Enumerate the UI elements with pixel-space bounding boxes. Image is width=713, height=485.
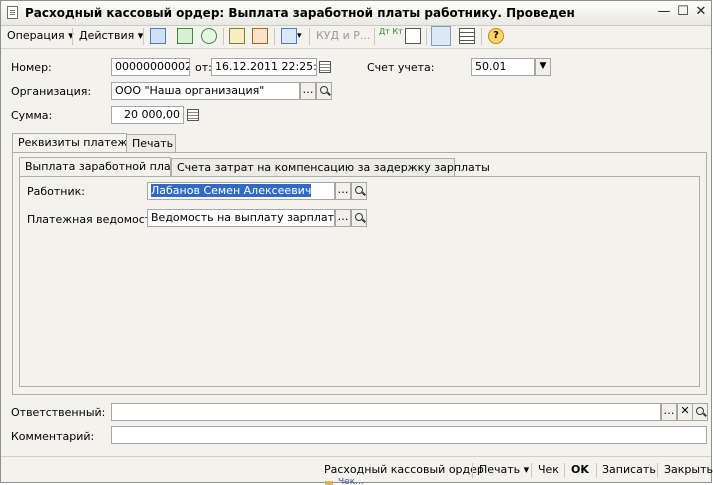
post-document-icon[interactable] xyxy=(229,28,245,44)
date-label: от: xyxy=(195,61,212,74)
responsible-field[interactable] xyxy=(111,403,661,421)
comment-field[interactable] xyxy=(111,426,707,444)
organization-select-button[interactable]: … xyxy=(300,82,316,100)
organization-field[interactable]: ООО "Наша организация" xyxy=(111,82,300,100)
minimize-button[interactable]: — xyxy=(657,5,671,19)
tab-salary-payment[interactable]: Выплата заработной платы xyxy=(19,157,186,176)
go-to-icon[interactable] xyxy=(281,28,297,44)
statement-select-button[interactable]: … xyxy=(335,209,351,227)
refresh-icon[interactable] xyxy=(201,28,217,44)
close-button[interactable]: Закрыть xyxy=(664,463,713,476)
bar-separator xyxy=(531,463,532,478)
toolbar-separator xyxy=(143,28,144,45)
go-to-dropdown-arrow[interactable]: ▾ xyxy=(297,31,302,41)
calendar-icon[interactable] xyxy=(319,61,331,73)
kudir-button[interactable]: КУД и Р... xyxy=(316,29,370,42)
search-icon[interactable] xyxy=(692,403,708,421)
number-field[interactable]: 00000000002 xyxy=(111,58,190,76)
structure-icon[interactable] xyxy=(405,28,421,44)
toolbar-separator xyxy=(309,28,310,45)
calculator-icon[interactable] xyxy=(187,109,199,121)
maximize-button[interactable]: ☐ xyxy=(676,5,690,19)
background-fragment: Чек... xyxy=(338,478,364,485)
account-label: Счет учета: xyxy=(367,61,435,74)
ok-button[interactable]: OK xyxy=(571,463,589,476)
check-button[interactable]: Чек xyxy=(538,463,559,476)
responsible-select-button[interactable]: … xyxy=(661,403,677,421)
toolbar-separator xyxy=(223,28,224,45)
number-label: Номер: xyxy=(11,61,52,74)
toolbar: Операция ▾ Действия ▾ ▾ КУД и Р... Дт Кт… xyxy=(1,25,711,49)
copy-icon[interactable] xyxy=(177,28,193,44)
bar-separator xyxy=(657,463,658,478)
bar-separator xyxy=(472,463,473,478)
tab-print[interactable]: Печать xyxy=(126,134,176,152)
operation-menu[interactable]: Операция ▾ xyxy=(7,29,74,42)
unpost-document-icon[interactable] xyxy=(252,28,268,44)
bar-separator xyxy=(564,463,565,478)
dt-kt-icon[interactable]: Дт Кт xyxy=(379,28,403,36)
organization-label: Организация: xyxy=(11,85,92,98)
sum-label: Сумма: xyxy=(11,109,53,122)
cash-order-print-button[interactable]: Расходный кассовый ордер xyxy=(324,463,484,476)
account-field[interactable]: 50.01 xyxy=(471,58,535,76)
statement-label: Платежная ведомость: xyxy=(27,213,162,226)
date-field[interactable]: 16.12.2011 22:25:28 xyxy=(211,58,317,76)
document-window: Расходный кассовый ордер: Выплата зарабо… xyxy=(0,0,713,483)
responsible-label: Ответственный: xyxy=(11,406,106,419)
toolbar-separator xyxy=(426,28,427,45)
search-icon[interactable] xyxy=(351,182,367,200)
bar-separator xyxy=(596,463,597,478)
close-window-button[interactable]: ✕ xyxy=(694,5,708,19)
salary-tab-panel xyxy=(19,176,700,387)
document-icon xyxy=(7,6,18,19)
toolbar-separator xyxy=(274,28,275,45)
actions-menu[interactable]: Действия ▾ xyxy=(79,29,143,42)
employee-value: Лабанов Семен Алексеевич xyxy=(151,184,312,197)
background-folder-icon xyxy=(325,481,333,485)
search-icon[interactable] xyxy=(351,209,367,227)
account-dropdown-button[interactable]: ▼ xyxy=(535,58,551,76)
employee-select-button[interactable]: … xyxy=(335,182,351,200)
tab-compensation-accounts[interactable]: Счета затрат на компенсацию за задержку … xyxy=(171,158,490,176)
statement-field[interactable]: Ведомость на выплату зарплаты 00 xyxy=(147,209,335,227)
save-button[interactable]: Записать xyxy=(602,463,656,476)
toolbar-separator xyxy=(481,28,482,45)
print-menu-button[interactable]: Печать ▾ xyxy=(479,463,529,476)
tab-payment-details[interactable]: Реквизиты платежа xyxy=(12,133,134,152)
employee-label: Работник: xyxy=(27,185,85,198)
sum-field[interactable]: 20 000,00 xyxy=(111,106,184,124)
text-tt-icon[interactable] xyxy=(431,26,451,46)
table-icon[interactable] xyxy=(459,28,475,44)
help-icon[interactable]: ? xyxy=(488,28,504,44)
dt-kt-label: Дт Кт xyxy=(379,27,403,36)
toolbar-separator xyxy=(72,28,73,45)
clear-icon[interactable]: ✕ xyxy=(677,403,693,421)
toolbar-separator xyxy=(374,28,375,45)
window-title: Расходный кассовый ордер: Выплата зарабо… xyxy=(25,6,575,20)
new-from-icon[interactable] xyxy=(150,28,166,44)
comment-label: Комментарий: xyxy=(11,430,95,443)
title-bar[interactable]: Расходный кассовый ордер: Выплата зарабо… xyxy=(1,1,711,26)
search-icon[interactable] xyxy=(316,82,332,100)
employee-field[interactable]: Лабанов Семен Алексеевич xyxy=(147,182,335,200)
